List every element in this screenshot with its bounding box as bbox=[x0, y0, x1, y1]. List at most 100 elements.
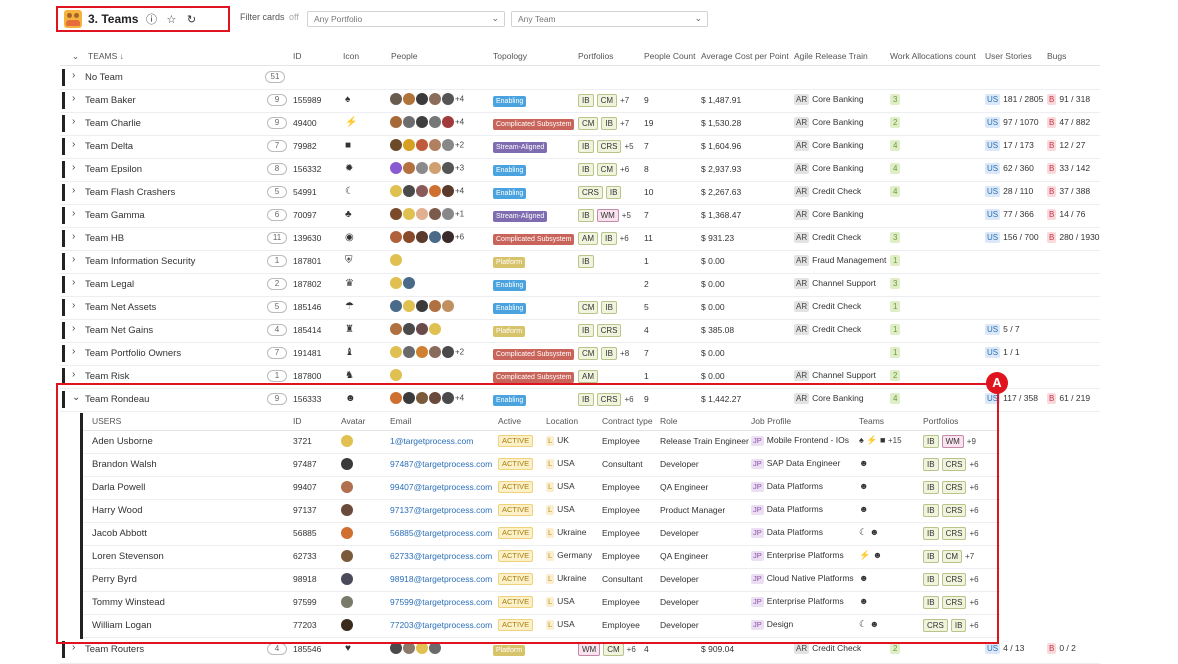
users-column-avatar[interactable]: Avatar bbox=[341, 416, 365, 426]
avatar[interactable] bbox=[403, 116, 415, 128]
portfolio-tag[interactable]: IB bbox=[578, 324, 594, 337]
portfolio-tag[interactable]: IB bbox=[601, 117, 618, 130]
row-drag-handle[interactable] bbox=[62, 368, 65, 385]
user-email[interactable]: 97137@targetprocess.com bbox=[390, 505, 492, 515]
avatar[interactable] bbox=[390, 392, 402, 404]
row-drag-handle[interactable] bbox=[62, 276, 65, 293]
portfolio-tag[interactable]: CRS bbox=[941, 481, 967, 494]
user-teams[interactable]: ☾ ☻ bbox=[859, 619, 879, 630]
star-icon[interactable]: ☆ bbox=[164, 13, 178, 26]
row-drag-handle[interactable] bbox=[62, 253, 65, 270]
team-name[interactable]: Team Epsilon bbox=[85, 164, 142, 175]
avatar[interactable] bbox=[403, 185, 415, 197]
user-avatar[interactable] bbox=[341, 596, 354, 608]
team-row[interactable]: › Team Risk 1 187800 ♞ Complicated Subsystem A… bbox=[60, 365, 1100, 389]
avatar[interactable] bbox=[390, 642, 402, 654]
portfolio-tag[interactable]: IB bbox=[601, 301, 618, 314]
release-train[interactable]: AR Core Banking bbox=[794, 209, 864, 220]
avatar[interactable] bbox=[390, 277, 402, 289]
avatar[interactable] bbox=[429, 116, 441, 128]
avatar[interactable] bbox=[390, 116, 402, 128]
portfolio-tag[interactable]: CRS bbox=[941, 527, 967, 540]
avatar[interactable] bbox=[416, 93, 428, 105]
portfolio-tag[interactable]: IB bbox=[578, 255, 594, 268]
bugs[interactable]: B 47 / 882 bbox=[1047, 117, 1090, 128]
avatar[interactable] bbox=[416, 323, 428, 335]
user-name[interactable]: William Logan bbox=[92, 620, 152, 631]
avatar[interactable] bbox=[429, 642, 441, 654]
avatar[interactable] bbox=[429, 162, 441, 174]
column-header-work-allocations-count[interactable]: Work Allocations count bbox=[890, 51, 976, 61]
chevron-right-icon[interactable]: › bbox=[72, 162, 75, 173]
users-column-contract-type[interactable]: Contract type bbox=[602, 416, 653, 426]
user-stories[interactable]: US 4 / 13 bbox=[985, 643, 1024, 654]
user-stories[interactable]: US 1 / 1 bbox=[985, 347, 1020, 358]
job-profile[interactable]: JP Data Platforms bbox=[751, 527, 823, 538]
avatar[interactable] bbox=[442, 139, 454, 151]
portfolio-tag[interactable]: WM bbox=[596, 209, 619, 222]
portfolio-tag[interactable]: CRS bbox=[941, 458, 967, 471]
avatar[interactable] bbox=[416, 231, 428, 243]
user-stories[interactable]: US 77 / 366 bbox=[985, 209, 1034, 220]
team-name[interactable]: Team Delta bbox=[85, 141, 133, 152]
team-row[interactable]: › Team Portfolio Owners 7 191481 ♝ +2 Complica… bbox=[60, 342, 1100, 366]
row-drag-handle[interactable] bbox=[62, 92, 65, 109]
release-train[interactable]: AR Credit Check bbox=[794, 324, 861, 335]
avatar[interactable] bbox=[403, 346, 415, 358]
bugs[interactable]: B 61 / 219 bbox=[1047, 393, 1090, 404]
job-profile[interactable]: JP Enterprise Platforms bbox=[751, 550, 844, 561]
release-train[interactable]: AR Core Banking bbox=[794, 117, 864, 128]
portfolio-tag[interactable]: IB bbox=[923, 527, 939, 540]
avatar[interactable] bbox=[390, 254, 402, 266]
release-train[interactable]: AR Core Banking bbox=[794, 163, 864, 174]
team-row[interactable]: › Team Routers 4 185546 ♥ Platform WM CM +6 4 $ 90… bbox=[60, 638, 1100, 664]
column-header-icon[interactable]: Icon bbox=[343, 51, 359, 61]
job-profile[interactable]: JP Enterprise Platforms bbox=[751, 596, 844, 607]
users-column-teams[interactable]: Teams bbox=[859, 416, 884, 426]
team-name[interactable]: Team Routers bbox=[85, 644, 144, 655]
user-email[interactable]: 62733@targetprocess.com bbox=[390, 551, 492, 561]
avatar[interactable] bbox=[390, 139, 402, 151]
release-train[interactable]: AR Credit Check bbox=[794, 232, 861, 243]
avatar[interactable] bbox=[416, 185, 428, 197]
avatar[interactable] bbox=[403, 93, 415, 105]
user-teams[interactable]: ☻ bbox=[859, 596, 868, 606]
row-drag-handle[interactable] bbox=[62, 641, 65, 658]
user-avatar[interactable] bbox=[341, 619, 354, 631]
job-profile[interactable]: JP Data Platforms bbox=[751, 481, 823, 492]
user-stories[interactable]: US 181 / 2805 bbox=[985, 94, 1043, 105]
job-profile[interactable]: JP Design bbox=[751, 619, 793, 630]
team-row[interactable]: › Team Epsilon 8 156332 ✹ +3 Enabling IB CM +6 8 $ … bbox=[60, 158, 1100, 182]
column-header-teams[interactable]: TEAMS ↓ bbox=[88, 51, 124, 61]
user-teams[interactable]: ☾ ☻ bbox=[859, 527, 879, 538]
user-stories[interactable]: US 117 / 358 bbox=[985, 393, 1038, 404]
portfolio-tag[interactable]: WM bbox=[941, 435, 964, 448]
portfolio-tag[interactable]: CM bbox=[578, 117, 599, 130]
team-row[interactable]: › Team Legal 2 187802 ♛ Enabling 2 $ 0.00 AR Chan… bbox=[60, 273, 1100, 297]
chevron-right-icon[interactable]: › bbox=[72, 93, 75, 104]
user-avatar[interactable] bbox=[341, 573, 354, 585]
release-train[interactable]: AR Credit Check bbox=[794, 301, 861, 312]
user-row[interactable]: Aden Usborne 3721 1@targetprocess.com ACTIV… bbox=[82, 430, 1000, 454]
user-row[interactable]: Darla Powell 99407 99407@targetprocess.com… bbox=[82, 476, 1000, 500]
column-header-people-count[interactable]: People Count bbox=[644, 51, 696, 61]
users-column-active[interactable]: Active bbox=[498, 416, 521, 426]
avatar[interactable] bbox=[429, 139, 441, 151]
release-train[interactable]: AR Channel Support bbox=[794, 278, 876, 289]
portfolio-tag[interactable]: IB bbox=[578, 163, 594, 176]
avatar[interactable] bbox=[390, 162, 402, 174]
avatar[interactable] bbox=[390, 231, 402, 243]
column-header-average-cost-per-point[interactable]: Average Cost per Point bbox=[701, 51, 789, 61]
avatar[interactable] bbox=[429, 346, 441, 358]
portfolio-tag[interactable]: CRS bbox=[941, 573, 967, 586]
avatar[interactable] bbox=[390, 185, 402, 197]
row-drag-handle[interactable] bbox=[62, 299, 65, 316]
portfolio-tag[interactable]: WM bbox=[578, 643, 601, 656]
team-row[interactable]: › No Team 51 bbox=[60, 66, 1100, 90]
avatar[interactable] bbox=[429, 93, 441, 105]
chevron-right-icon[interactable]: › bbox=[72, 231, 75, 242]
release-train[interactable]: AR Channel Support bbox=[794, 370, 876, 381]
user-email[interactable]: 56885@targetprocess.com bbox=[390, 528, 492, 538]
users-column-portfolios[interactable]: Portfolios bbox=[923, 416, 958, 426]
user-row[interactable]: Perry Byrd 98918 98918@targetprocess.com AC… bbox=[82, 568, 1000, 592]
